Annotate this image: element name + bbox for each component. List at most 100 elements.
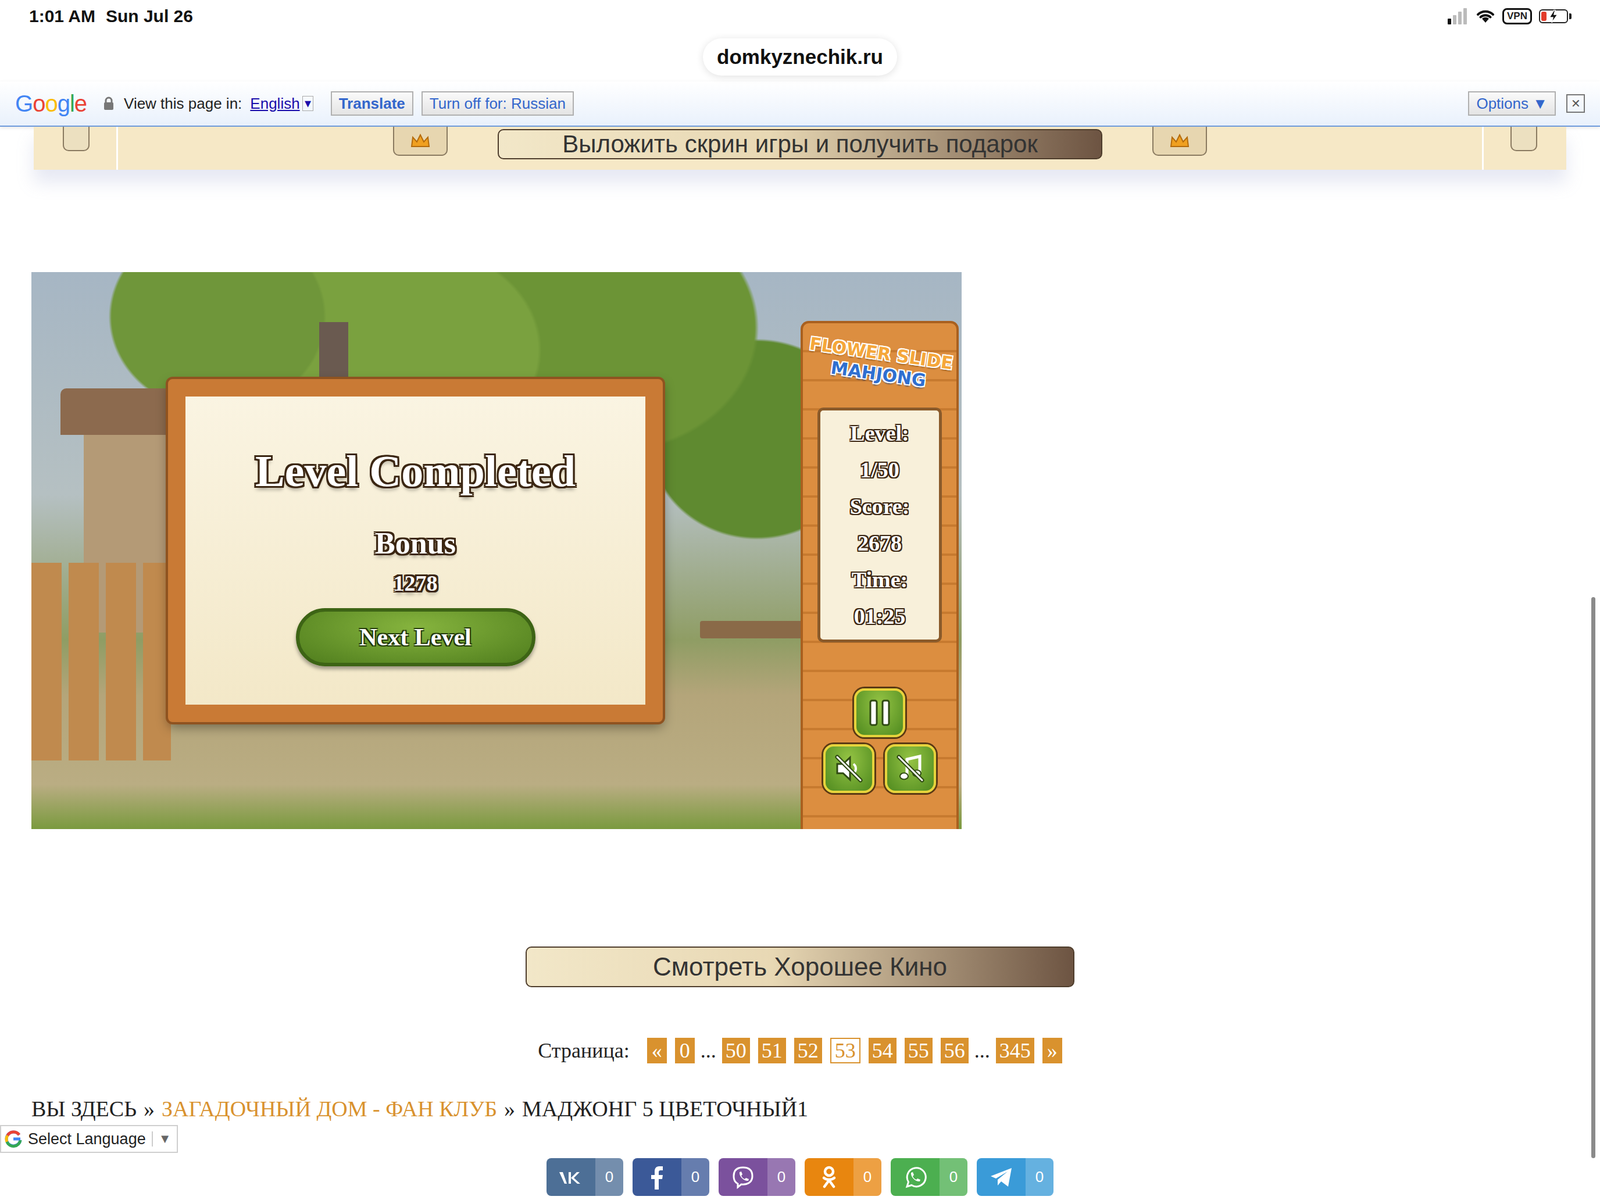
stat-label: Score: bbox=[850, 488, 910, 525]
strip-end bbox=[1481, 126, 1567, 170]
translate-bar: GoogleView this page in:English▾Translat… bbox=[0, 81, 1600, 127]
strip-middle: Выложить скрин игры и получить подарок bbox=[118, 126, 1482, 170]
options-button[interactable]: Options ▼ bbox=[1468, 91, 1556, 116]
speaker-icon bbox=[832, 752, 866, 785]
pagination-item[interactable]: 0 bbox=[675, 1037, 695, 1064]
share-icon-area bbox=[890, 1158, 940, 1196]
wifi-icon bbox=[1475, 8, 1496, 24]
translate-button[interactable]: Translate bbox=[330, 91, 414, 116]
url-field[interactable]: domkyznechik.ru bbox=[702, 38, 898, 76]
share-count: 0 bbox=[595, 1158, 624, 1196]
pagination-item[interactable]: 50 bbox=[722, 1037, 750, 1064]
breadcrumb-item: ВЫ ЗДЕСЬ bbox=[31, 1095, 137, 1122]
battery-tip bbox=[1569, 13, 1572, 20]
pagination-ellipsis: ... bbox=[974, 1038, 991, 1063]
vk-icon bbox=[558, 1168, 584, 1187]
pagination-item[interactable]: 54 bbox=[868, 1037, 897, 1064]
battery-fill bbox=[1541, 11, 1547, 21]
pause-icon bbox=[866, 698, 894, 728]
google-logo: Google bbox=[15, 90, 87, 117]
pagination-item[interactable]: 345 bbox=[995, 1037, 1035, 1064]
share-count: 0 bbox=[939, 1158, 968, 1196]
share-icon-area bbox=[976, 1158, 1026, 1196]
strip-tab bbox=[62, 126, 90, 152]
strip-end bbox=[33, 126, 119, 170]
strip-tab bbox=[1510, 126, 1538, 152]
scene-bench bbox=[700, 620, 817, 639]
language-arrow: ▾ bbox=[302, 95, 314, 112]
bonus-label: Bonus bbox=[375, 525, 456, 562]
pagination-item[interactable]: « bbox=[647, 1037, 667, 1064]
viber-share-button[interactable]: 0 bbox=[718, 1158, 796, 1196]
gift-box bbox=[1152, 126, 1207, 156]
game-frame[interactable]: Level CompletedBonus1278Next LevelFLOWER… bbox=[31, 272, 962, 830]
dialog-body: Level CompletedBonus1278Next Level bbox=[185, 396, 646, 705]
stat-value: 1/50 bbox=[859, 451, 900, 489]
sound-button[interactable] bbox=[823, 744, 875, 794]
scrollbar[interactable] bbox=[1591, 597, 1596, 1159]
telegram-share-button[interactable]: 0 bbox=[976, 1158, 1054, 1196]
browser-page: 1:01 AMSun Jul 26 VPN domkyznechik.ru Googl… bbox=[0, 0, 1600, 1200]
breadcrumb-item[interactable]: ЗАГАДОЧНЫЙ ДОМ - ФАН КЛУБ bbox=[161, 1095, 498, 1122]
share-icon-area bbox=[804, 1158, 854, 1196]
game-controls bbox=[823, 688, 937, 794]
pause-button[interactable] bbox=[854, 688, 906, 738]
language-label: Select Language bbox=[27, 1130, 146, 1149]
share-count: 0 bbox=[1025, 1158, 1054, 1196]
pagination-item[interactable]: 56 bbox=[940, 1037, 969, 1064]
breadcrumb-separator: » bbox=[504, 1095, 516, 1122]
scene-fence bbox=[31, 562, 171, 761]
game-logo: FLOWER SLIDEMAHJONG bbox=[802, 313, 957, 414]
pagination-item[interactable]: 55 bbox=[904, 1037, 933, 1064]
status-time: 1:01 AM bbox=[29, 6, 96, 27]
status-bar: 1:01 AMSun Jul 26 VPN bbox=[0, 0, 1600, 33]
language-value: English bbox=[250, 94, 300, 113]
facebook-share-button[interactable]: 0 bbox=[632, 1158, 710, 1196]
pagination-item[interactable]: 52 bbox=[794, 1037, 823, 1064]
share-bar: 000000 bbox=[0, 1158, 1600, 1196]
next-level-button[interactable]: Next Level bbox=[295, 608, 536, 667]
stat-label: Time: bbox=[851, 561, 908, 599]
stats-box: Level:1/50Score:2678Time:01:25 bbox=[817, 407, 942, 643]
watch-movie-button[interactable]: Смотреть Хорошее Кино bbox=[525, 946, 1075, 988]
language-arrow: ▼ bbox=[151, 1131, 172, 1147]
odnoklassniki-icon bbox=[820, 1165, 838, 1190]
pagination-item[interactable]: 51 bbox=[758, 1037, 787, 1064]
telegram-icon bbox=[989, 1166, 1013, 1188]
movie-row: Смотреть Хорошее Кино bbox=[0, 946, 1600, 988]
google-g-icon bbox=[4, 1130, 23, 1148]
translate-bar-right: Options ▼ ✕ bbox=[1468, 91, 1585, 116]
facebook-icon bbox=[648, 1165, 666, 1190]
breadcrumb-separator: » bbox=[143, 1095, 155, 1122]
address-row: domkyznechik.ru bbox=[0, 32, 1600, 82]
share-icon-area bbox=[718, 1158, 768, 1196]
upload-screenshot-button[interactable]: Выложить скрин игры и получить подарок bbox=[497, 129, 1103, 160]
stat-value: 2678 bbox=[857, 525, 902, 562]
turn-off-button[interactable]: Turn off for: Russian bbox=[421, 91, 574, 116]
whatsapp-share-button[interactable]: 0 bbox=[890, 1158, 968, 1196]
share-icon-area bbox=[546, 1158, 596, 1196]
music-note-icon bbox=[894, 752, 927, 785]
game-side-panel: FLOWER SLIDEMAHJONGLevel:1/50Score:2678T… bbox=[800, 320, 959, 830]
lock-icon bbox=[102, 96, 115, 111]
share-count: 0 bbox=[681, 1158, 710, 1196]
battery-icon bbox=[1538, 9, 1572, 24]
pagination: Страница:«0...50515253545556...345» bbox=[0, 1037, 1600, 1064]
crown-icon bbox=[410, 133, 431, 148]
music-button[interactable] bbox=[884, 744, 937, 794]
vk-share-button[interactable]: 0 bbox=[546, 1158, 624, 1196]
pagination-ellipsis: ... bbox=[700, 1038, 717, 1063]
language-select[interactable]: Select Language ▼ bbox=[0, 1125, 178, 1153]
pagination-item[interactable]: » bbox=[1042, 1037, 1063, 1064]
odnoklassniki-share-button[interactable]: 0 bbox=[804, 1158, 882, 1196]
close-button[interactable]: ✕ bbox=[1566, 94, 1585, 113]
bonus-value: 1278 bbox=[393, 569, 438, 597]
whatsapp-icon bbox=[903, 1165, 927, 1189]
pagination-item[interactable]: 53 bbox=[830, 1037, 861, 1064]
status-clock: 1:01 AMSun Jul 26 bbox=[29, 6, 194, 27]
language-dropdown[interactable]: English▾ bbox=[250, 94, 313, 113]
status-icons: VPN bbox=[1447, 8, 1572, 25]
pagination-label: Страница: bbox=[537, 1038, 630, 1063]
stat-value: 01:25 bbox=[854, 598, 906, 635]
language-row: Select Language ▼ bbox=[0, 1125, 1600, 1153]
